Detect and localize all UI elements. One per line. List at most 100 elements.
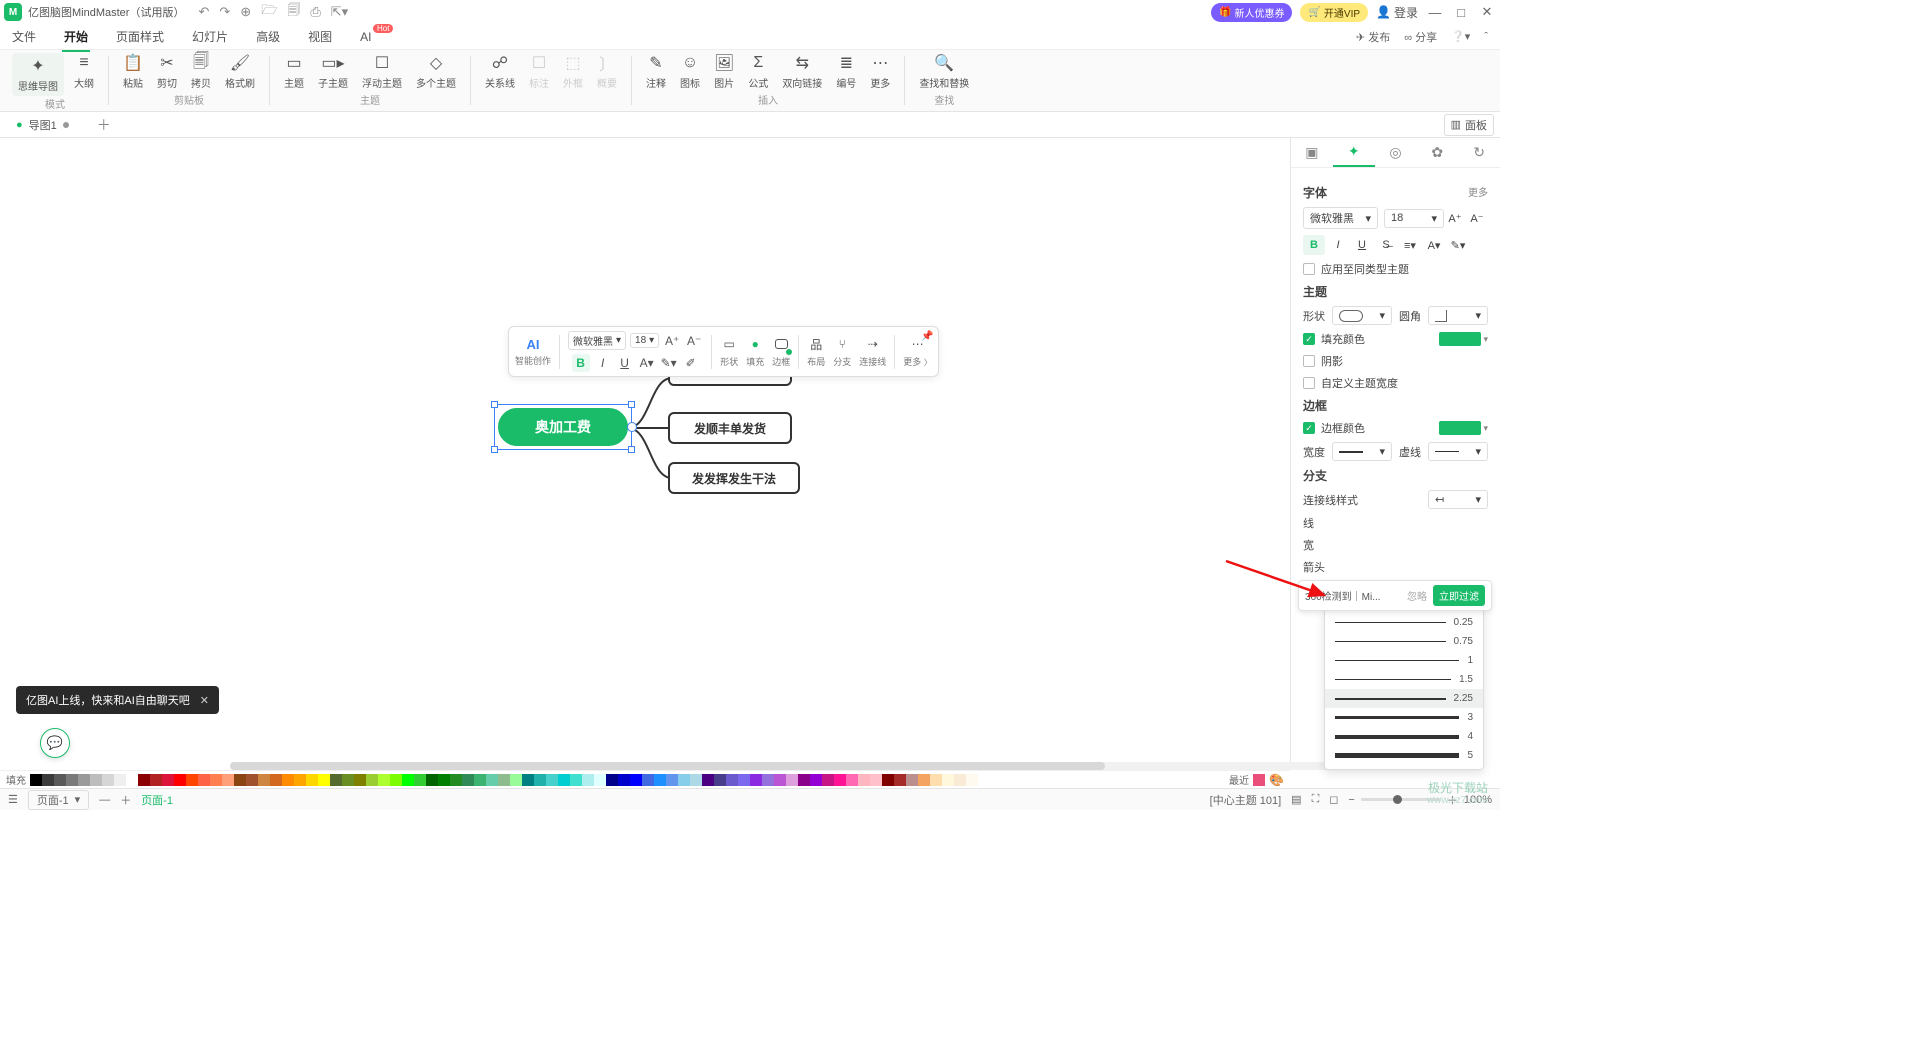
color-swatch[interactable] <box>42 774 54 786</box>
ft-ai[interactable]: AI 智能创作 <box>515 337 551 367</box>
color-swatch[interactable] <box>210 774 222 786</box>
focus-icon[interactable]: ◻ <box>1329 793 1338 806</box>
width-option-0.25[interactable]: 0.25 <box>1325 613 1483 632</box>
topic-button[interactable]: ▭主题 <box>280 53 308 90</box>
newuser-badge[interactable]: 🎁新人优惠券 <box>1211 3 1292 22</box>
paste-button[interactable]: 📋粘贴 <box>119 53 147 90</box>
ft-branch[interactable]: ⑂分支 <box>833 335 851 368</box>
color-swatch[interactable] <box>150 774 162 786</box>
color-swatch[interactable] <box>366 774 378 786</box>
hyperlink-button[interactable]: ⇆双向链接 <box>778 53 826 90</box>
clear-format-icon[interactable]: ✐ <box>682 354 700 372</box>
color-swatch[interactable] <box>522 774 534 786</box>
float-topic-button[interactable]: ☐浮动主题 <box>358 53 406 90</box>
menu-start[interactable]: 开始 <box>64 28 88 45</box>
color-swatch[interactable] <box>282 774 294 786</box>
color-swatch[interactable] <box>834 774 846 786</box>
color-swatch[interactable] <box>654 774 666 786</box>
zoom-out-icon[interactable]: − <box>1348 794 1354 806</box>
color-swatch[interactable] <box>390 774 402 786</box>
color-swatch[interactable] <box>462 774 474 786</box>
color-swatch[interactable] <box>378 774 390 786</box>
width-option-5[interactable]: 5 <box>1325 746 1483 765</box>
horizontal-scrollbar[interactable] <box>230 762 1480 770</box>
color-swatch[interactable] <box>822 774 834 786</box>
copy-button[interactable]: 🗐拷贝 <box>187 53 215 90</box>
outline-button[interactable]: ≡大纲 <box>70 53 98 96</box>
color-swatch[interactable] <box>738 774 750 786</box>
color-swatch[interactable] <box>594 774 606 786</box>
page-tab[interactable]: 页面-1 <box>141 792 173 808</box>
color-swatch[interactable] <box>606 774 618 786</box>
ft-shape[interactable]: ▭形状 <box>720 335 738 368</box>
ft-connector[interactable]: ⇢连接线 <box>859 335 886 368</box>
color-swatch[interactable] <box>342 774 354 786</box>
bold-icon[interactable]: B <box>572 354 590 372</box>
color-swatch[interactable] <box>618 774 630 786</box>
cut-button[interactable]: ✂剪切 <box>153 53 181 90</box>
menu-file[interactable]: 文件 <box>12 28 36 45</box>
color-swatch[interactable] <box>534 774 546 786</box>
color-swatch[interactable] <box>954 774 966 786</box>
color-swatch[interactable] <box>870 774 882 786</box>
central-topic[interactable]: 奥加工费 <box>498 408 628 446</box>
color-swatch[interactable] <box>966 774 978 786</box>
prev-page-icon[interactable]: — <box>99 794 110 806</box>
color-swatch[interactable] <box>858 774 870 786</box>
width-option-2.25[interactable]: 2.25 <box>1325 689 1483 708</box>
color-swatch[interactable] <box>234 774 246 786</box>
rp-tab-map[interactable]: ◎ <box>1375 138 1417 167</box>
shadow-checkbox[interactable]: 阴影 <box>1303 353 1343 369</box>
font-family-select[interactable]: 微软雅黑▾ <box>1303 207 1378 229</box>
notif-ignore[interactable]: 忽略 <box>1407 588 1427 603</box>
rp-tab-style[interactable]: ▣ <box>1291 138 1333 167</box>
increase-font-icon[interactable]: A⁺ <box>663 332 681 350</box>
menu-page-style[interactable]: 页面样式 <box>116 28 164 45</box>
border-dash-select[interactable]: ▾ <box>1428 442 1488 461</box>
shape-select[interactable]: ▾ <box>1332 306 1392 325</box>
color-swatch[interactable] <box>750 774 762 786</box>
sub-node-1[interactable]: 发顺丰单发货 <box>668 412 792 444</box>
color-swatch[interactable] <box>942 774 954 786</box>
mindmap-button[interactable]: ✦思维导图 <box>12 53 64 96</box>
color-swatch[interactable] <box>882 774 894 786</box>
border-color-picker[interactable]: ▾ <box>1439 421 1488 435</box>
new-icon[interactable]: ⊕ <box>240 4 251 20</box>
menu-slides[interactable]: 幻灯片 <box>192 28 228 45</box>
color-swatch[interactable] <box>762 774 774 786</box>
doc-tab-1[interactable]: ●导图1 <box>6 114 79 136</box>
color-swatch[interactable] <box>690 774 702 786</box>
color-swatch[interactable] <box>102 774 114 786</box>
color-swatch[interactable] <box>174 774 186 786</box>
color-swatch[interactable] <box>78 774 90 786</box>
toast-close-icon[interactable]: ✕ <box>200 694 209 707</box>
color-swatch[interactable] <box>798 774 810 786</box>
color-swatch[interactable] <box>270 774 282 786</box>
color-swatch[interactable] <box>306 774 318 786</box>
connector-style-select[interactable]: ↤▾ <box>1428 490 1488 509</box>
underline-icon[interactable]: U <box>616 354 634 372</box>
summary-button[interactable]: 〕概要 <box>593 53 621 90</box>
more-insert-button[interactable]: ⋯更多 <box>866 53 894 90</box>
color-swatch[interactable] <box>246 774 258 786</box>
fill-color-picker[interactable]: ▾ <box>1439 332 1488 346</box>
color-swatch[interactable] <box>54 774 66 786</box>
rp-font-color-icon[interactable]: A▾ <box>1423 235 1445 255</box>
color-swatch[interactable] <box>402 774 414 786</box>
rp-bold-icon[interactable]: B <box>1303 235 1325 255</box>
ft-layout[interactable]: 品布局 <box>807 335 825 368</box>
multi-topic-button[interactable]: ◇多个主题 <box>412 53 460 90</box>
color-swatch[interactable] <box>894 774 906 786</box>
highlight-icon[interactable]: ✎▾ <box>660 354 678 372</box>
format-painter-button[interactable]: 🖌格式刷 <box>221 53 259 90</box>
corner-select[interactable]: ▾ <box>1428 306 1488 325</box>
color-swatch[interactable] <box>438 774 450 786</box>
page-select[interactable]: 页面-1▾ <box>28 790 89 810</box>
decrease-font-icon[interactable]: A⁻ <box>685 332 703 350</box>
rp-tab-theme[interactable]: ✿ <box>1416 138 1458 167</box>
fullscreen-icon[interactable]: ⛶ <box>1312 793 1320 806</box>
width-option-0.75[interactable]: 0.75 <box>1325 632 1483 651</box>
color-swatch[interactable] <box>846 774 858 786</box>
image-button[interactable]: 🖼图片 <box>710 53 738 90</box>
close-icon[interactable]: ✕ <box>1478 4 1496 20</box>
